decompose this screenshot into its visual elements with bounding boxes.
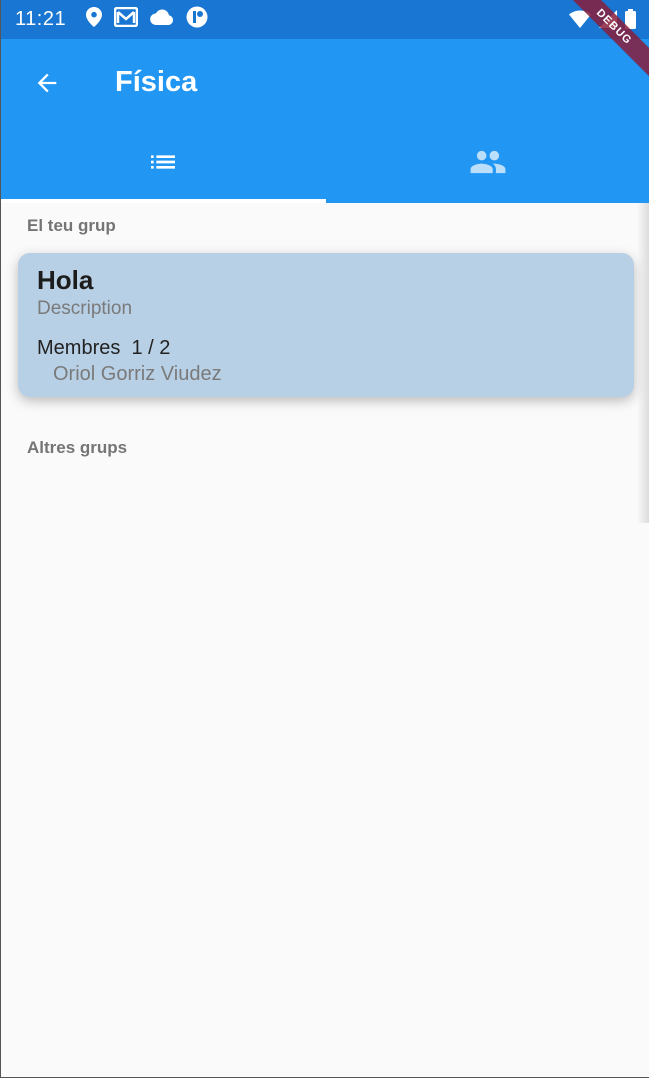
gmail-icon: [113, 6, 139, 32]
page-title: Física: [115, 66, 198, 98]
app-bar: Física: [1, 39, 649, 203]
tab-list[interactable]: [1, 126, 326, 203]
status-notification-icons: [86, 6, 208, 33]
status-bar: 11:21: [1, 0, 649, 39]
list-icon: [147, 146, 179, 183]
section-your-group: El teu grup: [27, 216, 116, 235]
group-description: Description: [37, 298, 133, 319]
section-other-groups: Altres grups: [27, 438, 128, 457]
cloud-icon: [150, 9, 174, 30]
group-title: Hola: [37, 265, 94, 295]
status-time: 11:21: [15, 8, 67, 30]
status-system-icons: [569, 9, 636, 34]
group-icon: [469, 143, 507, 186]
wifi-icon: [569, 10, 591, 33]
back-button[interactable]: [25, 63, 69, 107]
edge-shadow: [637, 203, 649, 523]
app-notification-icon: [186, 6, 208, 33]
location-icon: [86, 7, 103, 32]
group-members-count: Membres 1 / 2: [37, 337, 171, 359]
battery-icon: [625, 9, 636, 34]
tab-indicator: [1, 199, 326, 203]
tab-groups[interactable]: [326, 126, 649, 203]
signal-icon: [599, 10, 617, 33]
arrow-back-icon: [33, 69, 61, 102]
group-member-name: Oriol Gorriz Viudez: [53, 363, 222, 385]
group-card[interactable]: Hola Description Membres 1 / 2 Oriol Gor…: [18, 253, 634, 397]
tab-bar: [1, 126, 649, 203]
